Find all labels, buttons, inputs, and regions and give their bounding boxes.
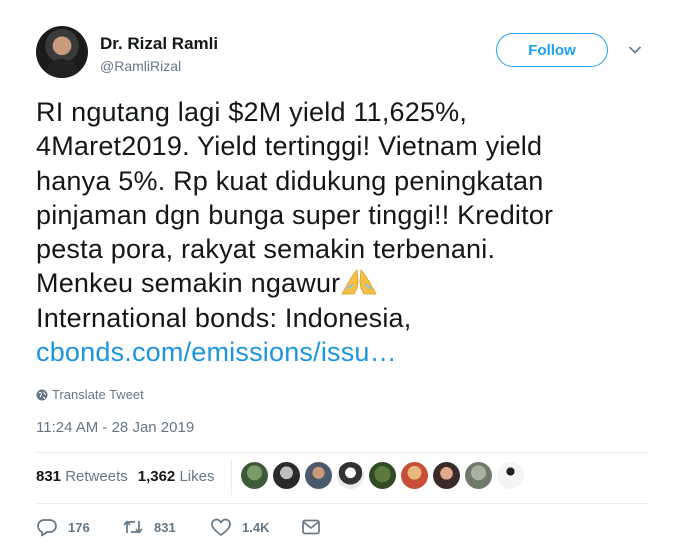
liker-avatar[interactable] <box>273 462 300 489</box>
retweet-icon <box>123 520 143 534</box>
divider <box>36 452 647 453</box>
tweet-text: RI ngutang lagi $2M yield 11,625%, 4Mare… <box>36 95 646 369</box>
stats-separator <box>231 459 232 495</box>
tweet-header: Dr. Rizal Ramli @RamliRizal Follow <box>36 26 656 82</box>
tweet-card: Dr. Rizal Ramli @RamliRizal Follow RI ng… <box>0 0 680 557</box>
liker-avatar[interactable] <box>433 462 460 489</box>
reply-count: 176 <box>68 519 90 535</box>
likes-count: 1,362 <box>137 468 176 485</box>
reply-icon <box>37 519 57 537</box>
liker-avatar[interactable] <box>465 462 492 489</box>
retweets-count: 831 <box>36 468 62 485</box>
tweet-stats: 831 Retweets 1,362 Likes <box>36 468 214 485</box>
tweet-line: pinjaman dgn bunga super tinggi!! Kredit… <box>36 199 554 230</box>
avatar[interactable] <box>36 26 88 78</box>
liker-avatar[interactable] <box>305 462 332 489</box>
like-button[interactable]: 1.4K <box>210 517 269 537</box>
globe-icon <box>36 389 48 400</box>
retweet-button[interactable]: 831 <box>122 517 176 537</box>
liker-avatar[interactable] <box>241 462 268 489</box>
follow-button[interactable]: Follow <box>496 33 608 67</box>
tweet-link[interactable]: cbonds.com/emissions/issu… <box>36 335 646 369</box>
liker-avatar[interactable] <box>369 462 396 489</box>
like-count: 1.4K <box>242 519 270 535</box>
translate-label: Translate Tweet <box>52 387 144 402</box>
tweet-line: 4Maret2019. Yield tertinggi! Vietnam yie… <box>36 131 543 162</box>
tweet-line: Menkeu semakin ngawur <box>36 268 341 299</box>
tweet-actions: 176 831 1.4K <box>36 517 336 541</box>
likes-stat[interactable]: 1,362 Likes <box>138 468 215 485</box>
tweet-line: hanya 5%. Rp kuat didukung peningkatan <box>36 165 544 196</box>
chevron-down-icon[interactable] <box>628 43 642 57</box>
liker-avatar[interactable] <box>337 462 364 489</box>
retweets-label: Retweets <box>65 468 128 485</box>
divider <box>36 503 647 504</box>
tweet-timestamp[interactable]: 11:24 AM - 28 Jan 2019 <box>36 419 194 436</box>
heart-icon <box>211 518 231 536</box>
tweet-line: pesta pora, rakyat semakin terbenani. <box>36 234 496 265</box>
liker-avatar[interactable] <box>401 462 428 489</box>
reply-button[interactable]: 176 <box>36 517 90 537</box>
retweets-stat[interactable]: 831 Retweets <box>36 468 128 485</box>
liker-avatars <box>241 462 524 492</box>
likes-label: Likes <box>179 468 215 485</box>
liker-avatar[interactable] <box>497 462 524 489</box>
envelope-icon <box>302 519 320 535</box>
user-name[interactable]: Dr. Rizal Ramli <box>100 34 218 54</box>
tweet-line: International bonds: Indonesia, <box>36 302 412 333</box>
folded-hands-icon <box>341 269 378 295</box>
translate-tweet[interactable]: Translate Tweet <box>36 387 144 402</box>
tweet-line-with-emoji: Menkeu semakin ngawur <box>36 266 646 300</box>
retweet-count: 831 <box>154 519 176 535</box>
direct-message-button[interactable] <box>300 517 322 537</box>
user-handle[interactable]: @RamliRizal <box>100 58 181 74</box>
tweet-line: RI ngutang lagi $2M yield 11,625%, <box>36 97 468 127</box>
